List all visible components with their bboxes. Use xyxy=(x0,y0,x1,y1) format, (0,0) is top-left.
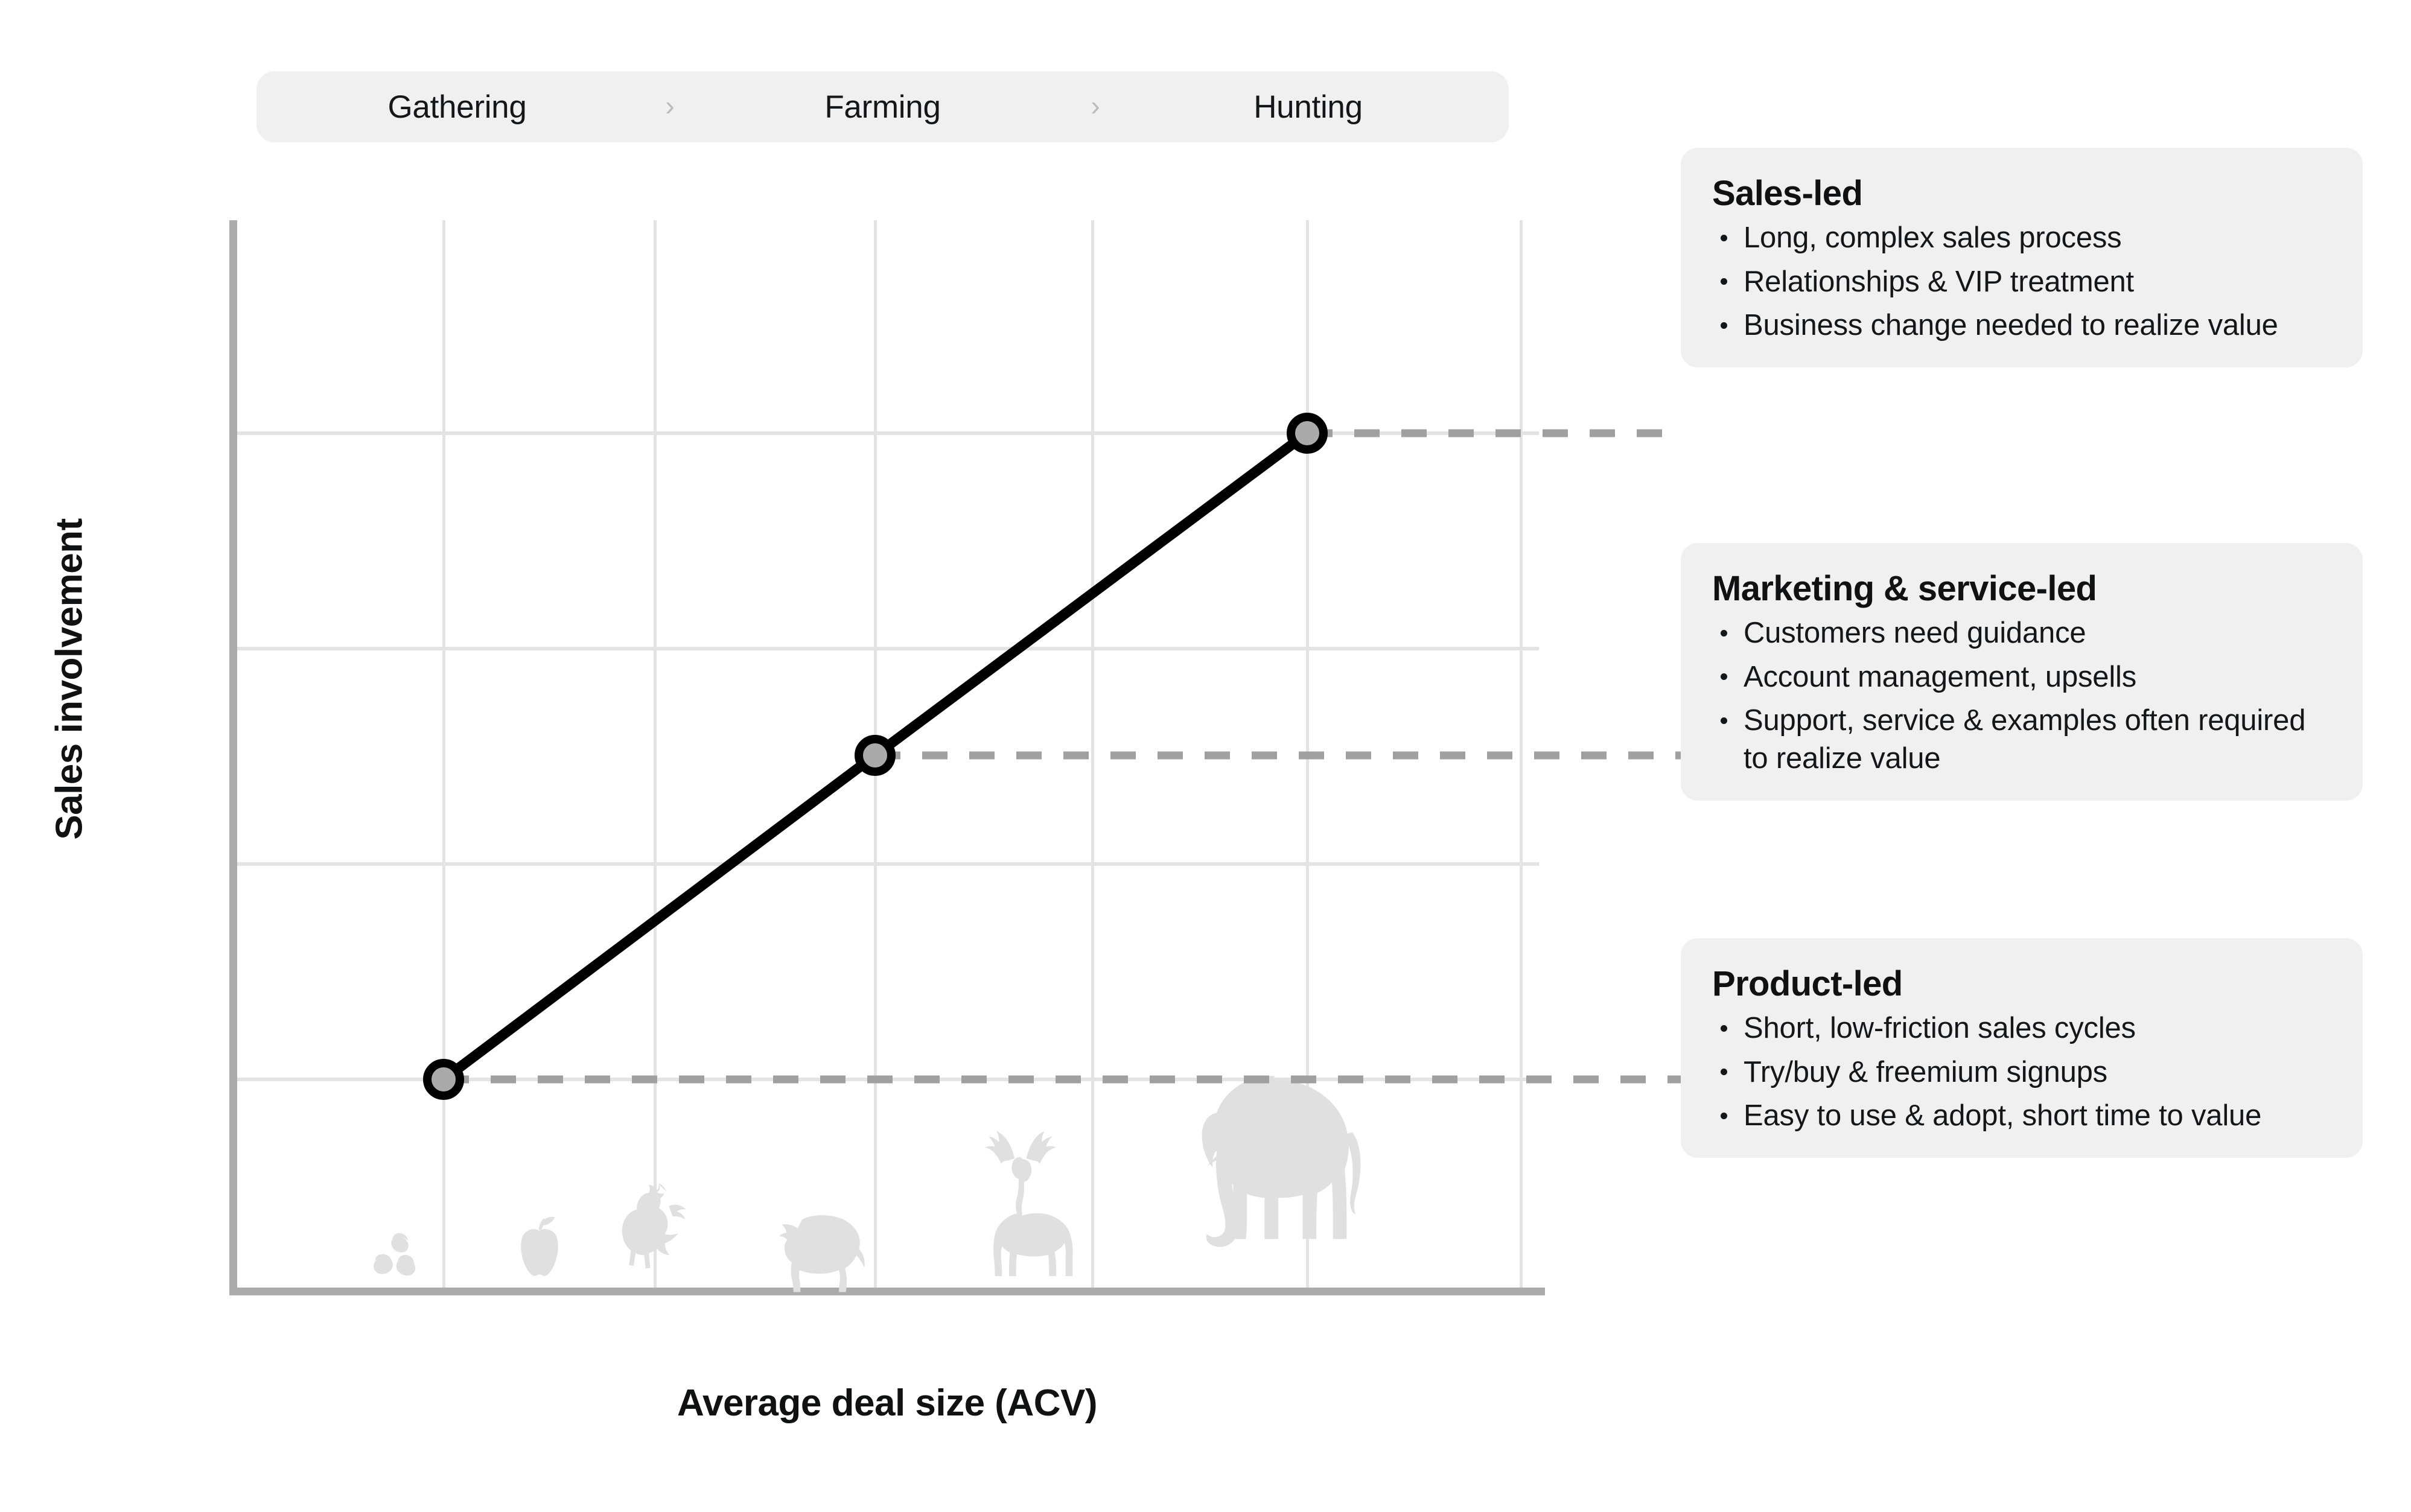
list-item-label: Try/buy & freemium signups xyxy=(1744,1056,2107,1088)
list-item: Short, low-friction sales cycles xyxy=(1712,1009,2331,1047)
bullet-dot-icon xyxy=(1721,278,1727,285)
list-item-label: Easy to use & adopt, short time to value xyxy=(1744,1099,2261,1132)
list-item-label: Short, low-friction sales cycles xyxy=(1744,1012,2136,1044)
chart: Sales involvement Average deal size (ACV… xyxy=(0,0,1629,1388)
list-item: Easy to use & adopt, short time to value xyxy=(1712,1097,2331,1135)
card-bullet-list: Customers need guidance Account manageme… xyxy=(1712,614,2331,778)
bullet-dot-icon xyxy=(1721,322,1727,329)
bullet-dot-icon xyxy=(1721,673,1727,680)
gridline-vertical xyxy=(874,220,877,1291)
gridline-vertical xyxy=(1306,220,1309,1291)
x-axis-label: Average deal size (ACV) xyxy=(229,1382,1545,1425)
list-item-label: Support, service & examples often requir… xyxy=(1744,704,2305,775)
gridline-horizontal xyxy=(229,431,1539,435)
x-axis-line xyxy=(229,1288,1545,1295)
bullet-dot-icon xyxy=(1721,1025,1727,1032)
gridline-vertical xyxy=(654,220,657,1291)
list-item-label: Long, complex sales process xyxy=(1744,221,2121,254)
bullet-dot-icon xyxy=(1721,1113,1727,1119)
list-item-label: Relationships & VIP treatment xyxy=(1744,265,2134,298)
bullet-dot-icon xyxy=(1721,630,1727,637)
list-item: Support, service & examples often requir… xyxy=(1712,702,2331,777)
card-title: Sales-led xyxy=(1712,174,2331,213)
card-title: Product-led xyxy=(1712,965,2331,1003)
bullet-dot-icon xyxy=(1721,1069,1727,1075)
list-item-label: Business change needed to realize value xyxy=(1744,309,2278,341)
gridline-horizontal xyxy=(229,647,1539,650)
card-product-led[interactable]: Product-led Short, low-friction sales cy… xyxy=(1681,938,2363,1158)
gridline-vertical xyxy=(442,220,445,1291)
card-bullet-list: Long, complex sales process Relationship… xyxy=(1712,219,2331,345)
plot-area xyxy=(229,220,1539,1291)
card-marketing-service-led[interactable]: Marketing & service-led Customers need g… xyxy=(1681,543,2363,801)
list-item: Account management, upsells xyxy=(1712,658,2331,696)
infographic-root: Gathering › Farming › Hunting Sales invo… xyxy=(0,0,2411,1512)
y-axis-label: Sales involvement xyxy=(48,468,91,891)
list-item-label: Customers need guidance xyxy=(1744,617,2086,649)
list-item-label: Account management, upsells xyxy=(1744,661,2136,693)
list-item: Long, complex sales process xyxy=(1712,219,2331,257)
gridline-horizontal xyxy=(229,1078,1539,1081)
list-item: Relationships & VIP treatment xyxy=(1712,263,2331,301)
gridline-vertical xyxy=(1520,220,1523,1291)
list-item: Customers need guidance xyxy=(1712,614,2331,652)
list-item: Business change needed to realize value xyxy=(1712,307,2331,345)
bullet-dot-icon xyxy=(1721,235,1727,241)
gridline-vertical xyxy=(1091,220,1094,1291)
y-axis-line xyxy=(229,220,237,1295)
list-item: Try/buy & freemium signups xyxy=(1712,1053,2331,1091)
card-sales-led[interactable]: Sales-led Long, complex sales process Re… xyxy=(1681,148,2363,367)
gridline-horizontal xyxy=(229,862,1539,866)
bullet-dot-icon xyxy=(1721,717,1727,724)
card-title: Marketing & service-led xyxy=(1712,570,2331,608)
card-bullet-list: Short, low-friction sales cycles Try/buy… xyxy=(1712,1009,2331,1135)
